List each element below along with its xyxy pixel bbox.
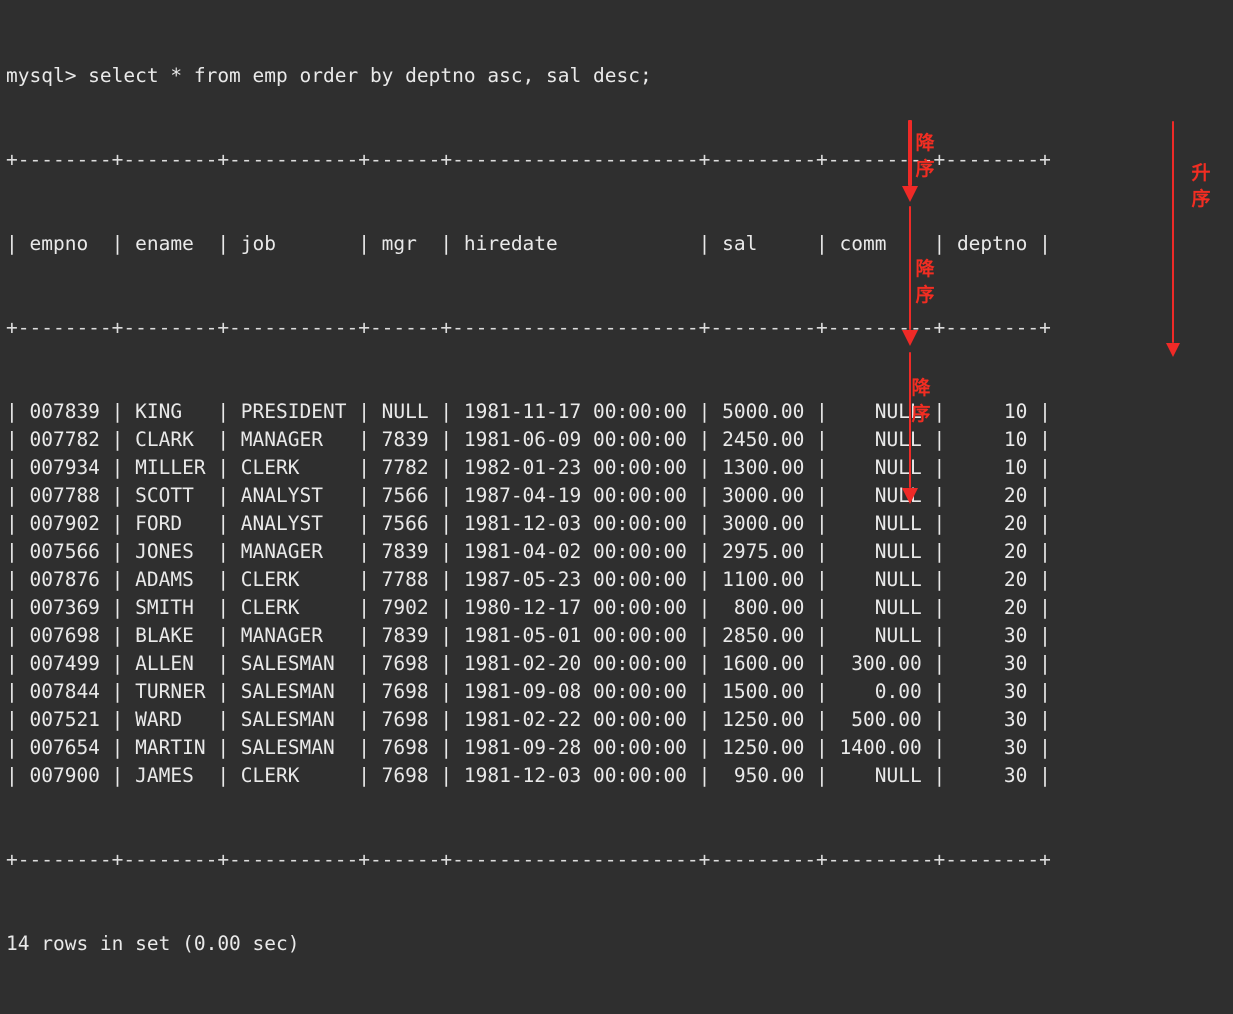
table-row: | 007782 | CLARK | MANAGER | 7839 | 1981… <box>6 428 1051 451</box>
table-row: | 007369 | SMITH | CLERK | 7902 | 1980-1… <box>6 596 1051 619</box>
table-row: | 007900 | JAMES | CLERK | 7698 | 1981-1… <box>6 764 1051 787</box>
table-row: | 007934 | MILLER | CLERK | 7782 | 1982-… <box>6 456 1051 479</box>
mysql-terminal[interactable]: mysql> select * from emp order by deptno… <box>0 0 1233 955</box>
ascending-label-deptno: 升 序 <box>1191 162 1211 210</box>
table-row: | 007902 | FORD | ANALYST | 7566 | 1981-… <box>6 512 1051 535</box>
table-header-row: | empno | ename | job | mgr | hiredate |… <box>6 232 1051 255</box>
table-row: | 007788 | SCOTT | ANALYST | 7566 | 1987… <box>6 484 1051 507</box>
table-rule-top: +--------+--------+-----------+------+--… <box>6 148 1051 171</box>
ascending-arrow-deptno <box>1165 121 1181 359</box>
table-row: | 007521 | WARD | SALESMAN | 7698 | 1981… <box>6 708 1051 731</box>
table-row: | 007499 | ALLEN | SALESMAN | 7698 | 198… <box>6 652 1051 675</box>
table-row: | 007566 | JONES | MANAGER | 7839 | 1981… <box>6 540 1051 563</box>
table-row: | 007839 | KING | PRESIDENT | NULL | 198… <box>6 400 1051 423</box>
prompt-line: mysql> select * from emp order by deptno… <box>6 64 652 87</box>
terminal-output: mysql> select * from emp order by deptno… <box>6 6 1051 1014</box>
table-rule-header: +--------+--------+-----------+------+--… <box>6 316 1051 339</box>
table-body: | 007839 | KING | PRESIDENT | NULL | 198… <box>6 398 1051 790</box>
table-rule-bottom: +--------+--------+-----------+------+--… <box>6 848 1051 871</box>
result-status: 14 rows in set (0.00 sec) <box>6 932 300 955</box>
table-row: | 007876 | ADAMS | CLERK | 7788 | 1987-0… <box>6 568 1051 591</box>
table-row: | 007654 | MARTIN | SALESMAN | 7698 | 19… <box>6 736 1051 759</box>
table-row: | 007844 | TURNER | SALESMAN | 7698 | 19… <box>6 680 1051 703</box>
table-row: | 007698 | BLAKE | MANAGER | 7839 | 1981… <box>6 624 1051 647</box>
